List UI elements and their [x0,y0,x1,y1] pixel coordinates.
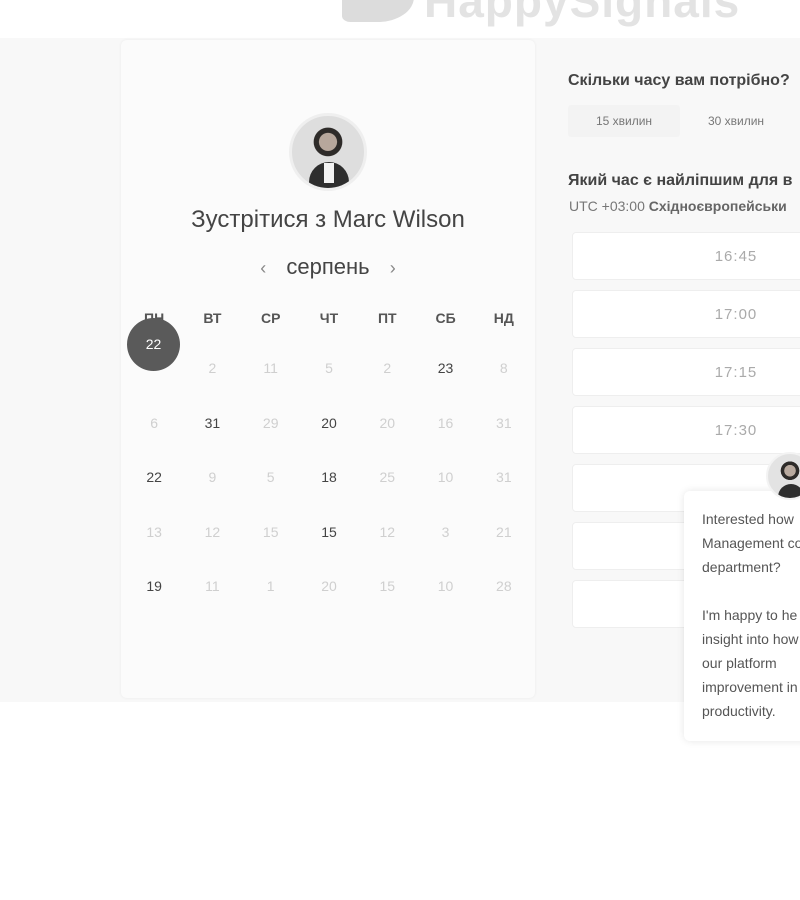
top-bar: HappySignals [0,0,800,38]
calendar-day-unavailable: 5 [325,360,333,376]
calendar-day-available[interactable]: 19 [125,552,183,607]
month-navigation: ‹ серпень › [121,254,535,280]
prev-month-icon[interactable]: ‹ [246,258,280,278]
calendar-day-unavailable: 2 [383,360,392,376]
calendar-day-unavailable: 20 [379,414,396,431]
duration-options: 15 хвилин 30 хвилин [568,105,792,137]
calendar-day-unavailable: 21 [496,523,512,540]
brand-logo-text: HappySignals [424,0,741,27]
calendar-day-unavailable: 10 [437,469,454,485]
selected-day[interactable]: 22 [127,318,180,371]
calendar-week: 2221152238 [125,334,533,389]
timezone-label: UTC +03:00 Східноєвропейськи [569,198,787,214]
chat-popup[interactable]: Interested how Management co department?… [684,491,800,741]
calendar-day-available[interactable]: 23 [416,334,474,389]
time-slot[interactable]: 16:45 [572,232,800,280]
calendar-day-unavailable: 31 [496,414,512,431]
weekday-label: НД [493,310,514,326]
calendar-day-unavailable: 15 [262,523,279,540]
weekday-label: ПТ [377,310,397,326]
time-slot-label: 17:30 [714,422,758,439]
brand-logo-icon [342,0,414,22]
weekday-label: СР [260,310,281,326]
calendar-day-unavailable: 3 [441,523,450,540]
calendar-day-available[interactable]: 15 [300,498,358,553]
duration-question: Скільки часу вам потрібно? [568,72,790,89]
calendar-week: 22 9 5 18 25 10 31 [125,443,533,498]
chat-avatar-suit [778,484,800,498]
calendar-day-unavailable: 15 [379,578,396,594]
calendar-day-unavailable: 20 [321,578,337,594]
time-slot[interactable]: 17:30 [572,406,800,454]
time-question: Який час є найліпшим для в [568,172,793,189]
weekday-header: ПНВТСРЧТПТСБНД [125,310,533,334]
calendar-week: 19 11 1 20 15 10 28 [125,552,533,607]
time-slot[interactable]: 17:15 [572,348,800,396]
calendar-day-unavailable: 25 [379,469,396,485]
calendar-day-unavailable: 1 [266,578,275,594]
calendar-day-available[interactable]: 18 [300,443,358,498]
calendar-day-unavailable: 6 [150,414,159,431]
time-slot-label: 17:15 [714,364,758,381]
timezone-offset: UTC +03:00 [569,198,645,214]
avatar-shirt [324,163,334,183]
calendar-day-unavailable: 2 [208,360,217,376]
chat-message: Interested how Management co department?… [702,507,800,747]
weekday-label: ЧТ [319,310,339,326]
time-slot-label: 16:45 [714,248,758,265]
chat-message-line-2: I'm happy to he insight into how use our… [702,607,800,719]
calendar-day-available[interactable]: 31 [183,389,241,444]
next-month-icon[interactable]: › [376,258,410,278]
duration-option-30[interactable]: 30 хвилин [680,105,792,137]
duration-option-15[interactable]: 15 хвилин [568,105,680,137]
calendar-day-unavailable: 28 [496,578,512,594]
calendar-day-unavailable: 11 [205,578,220,594]
calendar-day-unavailable: 31 [496,469,512,485]
calendar-day-unavailable: 8 [499,360,508,376]
calendar-day-unavailable: 10 [437,578,454,594]
calendar-week: 13 12 15 15 12 3 21 [125,498,533,553]
time-slot-label: 17:00 [714,306,758,323]
weekday-label: ВТ [203,310,222,326]
calendar-day-unavailable: 5 [266,469,275,485]
meeting-title: Зустрітися з Marc Wilson [191,206,465,233]
host-avatar [289,113,367,191]
calendar-day-unavailable: 12 [379,523,396,540]
calendar-week: 6 31 29 20 20 16 31 [125,389,533,444]
timezone-name: Східноєвропейськи [648,198,787,214]
calendar-day-unavailable: 29 [262,414,279,431]
calendar-day-unavailable: 12 [204,523,221,540]
calendar-day-available[interactable]: 22 [125,443,183,498]
calendar-grid: ПНВТСРЧТПТСБНД 2221152238 6312920201631 … [125,310,533,607]
chat-message-line-1: Interested how Management co department? [702,511,800,575]
calendar-day-unavailable: 13 [146,523,162,540]
time-slot[interactable]: 17:00 [572,290,800,338]
calendar-day-unavailable: 9 [208,469,217,485]
calendar-day-unavailable: 11 [263,360,278,376]
month-label: серпень [286,254,370,279]
weekday-label: СБ [435,310,456,326]
calendar-day-available[interactable]: 20 [300,389,358,444]
calendar-day-unavailable: 16 [437,414,454,431]
